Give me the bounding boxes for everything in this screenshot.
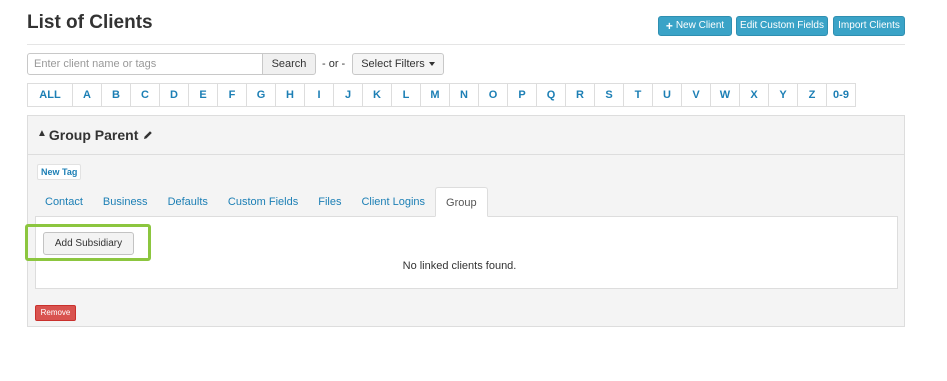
alpha-b[interactable]: B — [101, 83, 131, 107]
alpha-k[interactable]: K — [362, 83, 392, 107]
page-title: List of Clients — [27, 12, 153, 33]
caret-up-icon[interactable]: ▲ — [37, 129, 47, 139]
alpha-0-9[interactable]: 0-9 — [826, 83, 856, 107]
alpha-q[interactable]: Q — [536, 83, 566, 107]
tab-custom-fields[interactable]: Custom Fields — [218, 187, 308, 217]
tab-business[interactable]: Business — [93, 187, 158, 217]
alpha-o[interactable]: O — [478, 83, 508, 107]
alphabet-filter: ALL A B C D E F G H I J K L M N O P Q R … — [27, 83, 856, 107]
alpha-y[interactable]: Y — [768, 83, 798, 107]
alpha-h[interactable]: H — [275, 83, 305, 107]
new-client-button[interactable]: + New Client — [658, 16, 732, 36]
pencil-icon[interactable] — [143, 130, 153, 140]
alpha-c[interactable]: C — [130, 83, 160, 107]
tab-group[interactable]: Group — [435, 187, 488, 217]
empty-message: No linked clients found. — [402, 260, 517, 272]
alpha-x[interactable]: X — [739, 83, 769, 107]
select-filters-label: Select Filters — [361, 58, 425, 70]
client-search-input[interactable] — [27, 53, 263, 75]
alpha-l[interactable]: L — [391, 83, 421, 107]
tab-contact[interactable]: Contact — [35, 187, 93, 217]
alpha-w[interactable]: W — [710, 83, 740, 107]
alpha-a[interactable]: A — [72, 83, 102, 107]
alpha-g[interactable]: G — [246, 83, 276, 107]
header-divider — [27, 44, 905, 45]
alpha-t[interactable]: T — [623, 83, 653, 107]
alpha-u[interactable]: U — [652, 83, 682, 107]
group-title: Group Parent — [48, 127, 139, 143]
alpha-f[interactable]: F — [217, 83, 247, 107]
tab-client-logins[interactable]: Client Logins — [351, 187, 435, 217]
caret-down-icon — [428, 62, 435, 67]
import-clients-button[interactable]: Import Clients — [833, 16, 905, 36]
alpha-v[interactable]: V — [681, 83, 711, 107]
alpha-j[interactable]: J — [333, 83, 363, 107]
add-subsidiary-button[interactable]: Add Subsidiary — [43, 232, 134, 255]
group-parent-panel: ▲ Group Parent New Tag Contact Business … — [25, 115, 905, 327]
alpha-z[interactable]: Z — [797, 83, 827, 107]
search-button[interactable]: Search — [262, 53, 316, 75]
select-filters-button[interactable]: Select Filters — [352, 53, 444, 75]
panel-title: ▲ Group Parent — [37, 127, 153, 143]
alpha-n[interactable]: N — [449, 83, 479, 107]
alpha-all[interactable]: ALL — [27, 83, 73, 107]
edit-custom-fields-button[interactable]: Edit Custom Fields — [736, 16, 828, 36]
alpha-p[interactable]: P — [507, 83, 537, 107]
panel-header: ▲ Group Parent — [28, 116, 904, 155]
alpha-r[interactable]: R — [565, 83, 595, 107]
tab-files[interactable]: Files — [308, 187, 351, 217]
alpha-e[interactable]: E — [188, 83, 218, 107]
plus-icon: + — [665, 19, 673, 33]
or-separator: - or - — [322, 58, 346, 70]
tab-defaults[interactable]: Defaults — [158, 187, 218, 217]
new-client-label: New Client — [675, 20, 725, 31]
client-tabs: Contact Business Defaults Custom Fields … — [35, 187, 488, 217]
alpha-m[interactable]: M — [420, 83, 450, 107]
alpha-i[interactable]: I — [304, 83, 334, 107]
remove-button[interactable]: Remove — [35, 305, 76, 321]
alpha-s[interactable]: S — [594, 83, 624, 107]
group-tab-content — [35, 216, 898, 289]
alpha-d[interactable]: D — [159, 83, 189, 107]
new-tag-button[interactable]: New Tag — [37, 164, 82, 180]
